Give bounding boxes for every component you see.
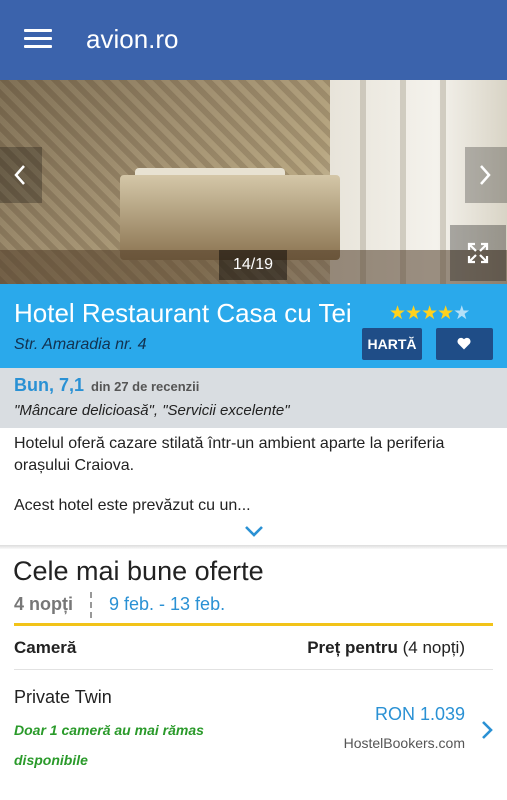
section-divider bbox=[0, 545, 507, 549]
photo-bed bbox=[120, 175, 340, 260]
hotel-address: Str. Amaradia nr. 4 bbox=[14, 336, 147, 353]
nights-count: 4 nopți bbox=[14, 594, 73, 614]
gallery-counter: 14/19 bbox=[219, 250, 287, 280]
dashed-separator bbox=[90, 592, 92, 618]
offers-title: Cele mai bune oferte bbox=[13, 556, 264, 586]
hotel-name: Hotel Restaurant Casa cu Tei bbox=[14, 298, 352, 328]
room-availability: Doar 1 cameră au mai rămas disponibile bbox=[14, 722, 204, 768]
hotel-description-more: Acest hotel este prevăzut cu un... bbox=[14, 497, 251, 514]
map-button[interactable]: HARTĂ bbox=[362, 328, 422, 360]
hotel-description: Hotelul oferă cazare stilată într-un amb… bbox=[14, 435, 445, 474]
star-icon: ★ bbox=[421, 303, 438, 324]
star-icon: ★ bbox=[437, 303, 454, 324]
chevron-down-icon bbox=[245, 526, 263, 537]
star-icon: ★ bbox=[389, 303, 406, 324]
review-quotes: "Mâncare delicioasă", "Servicii excelent… bbox=[14, 402, 290, 419]
app-title: avion.ro bbox=[86, 24, 179, 54]
hotel-header: Hotel Restaurant Casa cu Tei ★★★★★ Str. … bbox=[0, 284, 507, 368]
star-empty-icon: ★ bbox=[453, 303, 470, 324]
review-count: din 27 de recenzii bbox=[91, 379, 200, 394]
favorite-button[interactable] bbox=[436, 328, 493, 360]
column-header-price: Preț pentru (4 nopți) bbox=[307, 638, 465, 657]
expand-icon bbox=[467, 242, 489, 264]
offer-detail-button[interactable] bbox=[481, 720, 493, 745]
app-header: avion.ro bbox=[0, 0, 507, 80]
reviews-summary[interactable]: Bun, 7,1 din 27 de recenzii "Mâncare del… bbox=[0, 368, 507, 428]
room-price[interactable]: RON 1.039 bbox=[375, 704, 465, 725]
room-name: Private Twin bbox=[14, 687, 112, 707]
date-range[interactable]: 9 feb. - 13 feb. bbox=[109, 594, 225, 615]
fullscreen-button[interactable] bbox=[450, 225, 506, 281]
review-score: Bun, 7,1 bbox=[14, 375, 85, 395]
accent-rule bbox=[14, 623, 493, 626]
star-icon: ★ bbox=[405, 303, 422, 324]
column-header-room: Cameră bbox=[14, 638, 77, 657]
gallery-next-button[interactable] bbox=[465, 147, 507, 203]
gallery-prev-button[interactable] bbox=[0, 147, 42, 203]
expand-description-button[interactable] bbox=[243, 524, 265, 538]
heart-icon bbox=[457, 337, 471, 350]
star-rating: ★★★★★ bbox=[389, 302, 470, 325]
room-provider: HostelBookers.com bbox=[343, 735, 465, 751]
chevron-right-icon bbox=[480, 165, 491, 185]
chevron-left-icon bbox=[14, 165, 25, 185]
chevron-right-icon bbox=[482, 721, 493, 739]
row-divider bbox=[14, 669, 493, 670]
hamburger-menu-icon[interactable] bbox=[24, 29, 52, 49]
